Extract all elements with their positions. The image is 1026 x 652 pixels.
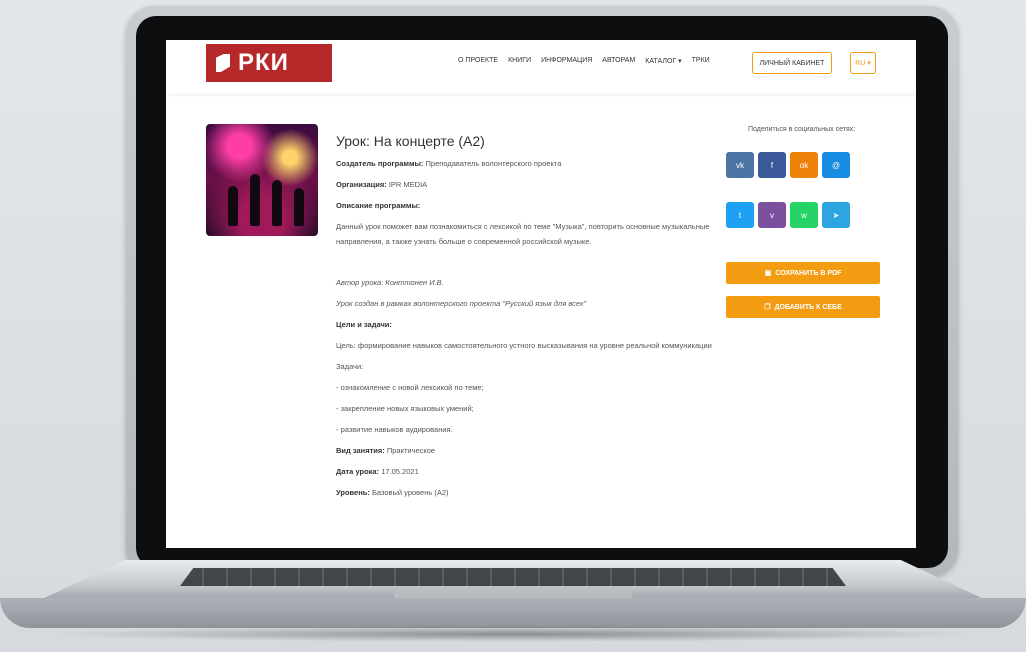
- org-label: Организация:: [336, 180, 387, 189]
- lesson-thumbnail: [206, 124, 318, 236]
- whatsapp-share-button[interactable]: w: [790, 202, 818, 228]
- nav-item-about[interactable]: О ПРОЕКТЕ: [458, 57, 498, 65]
- logo-text: РКИ: [238, 49, 289, 76]
- type-label: Вид занятия:: [336, 446, 385, 455]
- add-self-label: ДОБАВИТЬ К СЕБЕ: [774, 303, 842, 311]
- org-value: IPR MEDIA: [388, 180, 428, 189]
- twitter-share-button[interactable]: t: [726, 202, 754, 228]
- task-item: - закрепление новых языковых умений;: [336, 404, 474, 413]
- date-label: Дата урока:: [336, 467, 380, 476]
- moi-mir-share-button[interactable]: @: [822, 152, 850, 178]
- vk-icon: vk: [736, 160, 744, 170]
- whatsapp-icon: w: [801, 210, 807, 220]
- project-line: Урок создан в рамках волонтерского проек…: [336, 299, 587, 308]
- type-value: Практическое: [386, 446, 436, 455]
- nav-item-catalog[interactable]: КАТАЛОГ ▾: [645, 57, 681, 65]
- add-to-self-button[interactable]: ❐ ДОБАВИТЬ К СЕБЕ: [726, 296, 880, 318]
- save-pdf-button[interactable]: ▣ СОХРАНИТЬ В PDF: [726, 262, 880, 284]
- site-header: РКИ О ПРОЕКТЕ КНИГИ ИНФОРМАЦИЯ АВТОРАМ К…: [166, 40, 916, 94]
- facebook-icon: f: [770, 160, 774, 170]
- browser-screen: РКИ О ПРОЕКТЕ КНИГИ ИНФОРМАЦИЯ АВТОРАМ К…: [166, 40, 916, 548]
- telegram-share-button[interactable]: ➤: [822, 202, 850, 228]
- task-item: - развитие навыков аудирования.: [336, 425, 453, 434]
- vk-share-button[interactable]: vk: [726, 152, 754, 178]
- nav-item-trki[interactable]: ТРКИ: [692, 57, 710, 65]
- desc-text: Данный урок поможет вам познакомиться с …: [336, 222, 710, 246]
- site-logo[interactable]: РКИ: [206, 44, 332, 82]
- goal-text: Цель: формирование навыков самостоятельн…: [336, 341, 712, 350]
- tasks-label: Задачи:: [336, 362, 364, 371]
- task-item: - ознакомление с новой лексикой по теме;: [336, 383, 484, 392]
- author-line: Автор урока: Конттонен И.В.: [336, 278, 444, 287]
- desc-label: Описание программы:: [336, 201, 421, 210]
- nav-item-books[interactable]: КНИГИ: [508, 57, 531, 65]
- save-icon: ▣: [764, 270, 772, 277]
- share-label: Поделиться в социальных сетях:: [748, 126, 856, 133]
- level-value: Базовый уровень (А2): [371, 488, 449, 497]
- facebook-share-button[interactable]: f: [758, 152, 786, 178]
- laptop-base-front: [0, 598, 1026, 628]
- lesson-title: Урок: На концерте (А2): [336, 133, 485, 149]
- save-pdf-label: СОХРАНИТЬ В PDF: [775, 269, 842, 277]
- laptop-shadow: [40, 626, 986, 642]
- logo-flag-icon: [216, 54, 230, 72]
- main-nav: О ПРОЕКТЕ КНИГИ ИНФОРМАЦИЯ АВТОРАМ КАТАЛ…: [458, 57, 710, 65]
- telegram-icon: ➤: [832, 210, 840, 220]
- lesson-details: Урок: На концерте (А2) Создатель програм…: [336, 132, 716, 506]
- language-select[interactable]: RU ▾: [850, 52, 876, 74]
- creator-label: Создатель программы:: [336, 159, 424, 168]
- viber-share-button[interactable]: v: [758, 202, 786, 228]
- goals-label: Цели и задачи:: [336, 320, 392, 329]
- nav-item-authors[interactable]: АВТОРАМ: [602, 57, 635, 65]
- copy-icon: ❐: [764, 304, 771, 311]
- laptop-keyboard: [180, 568, 846, 586]
- twitter-icon: t: [738, 210, 742, 220]
- nav-item-info[interactable]: ИНФОРМАЦИЯ: [541, 57, 592, 65]
- moi-mir-icon: @: [831, 160, 841, 170]
- personal-cabinet-button[interactable]: ЛИЧНЫЙ КАБИНЕТ: [752, 52, 832, 74]
- odnoklassniki-share-button[interactable]: ok: [790, 152, 818, 178]
- creator-value: Преподаватель волонтерского проекта: [425, 159, 562, 168]
- odnoklassniki-icon: ok: [799, 160, 809, 170]
- viber-icon: v: [770, 210, 774, 220]
- level-label: Уровень:: [336, 488, 370, 497]
- date-value: 17.05.2021: [381, 467, 419, 476]
